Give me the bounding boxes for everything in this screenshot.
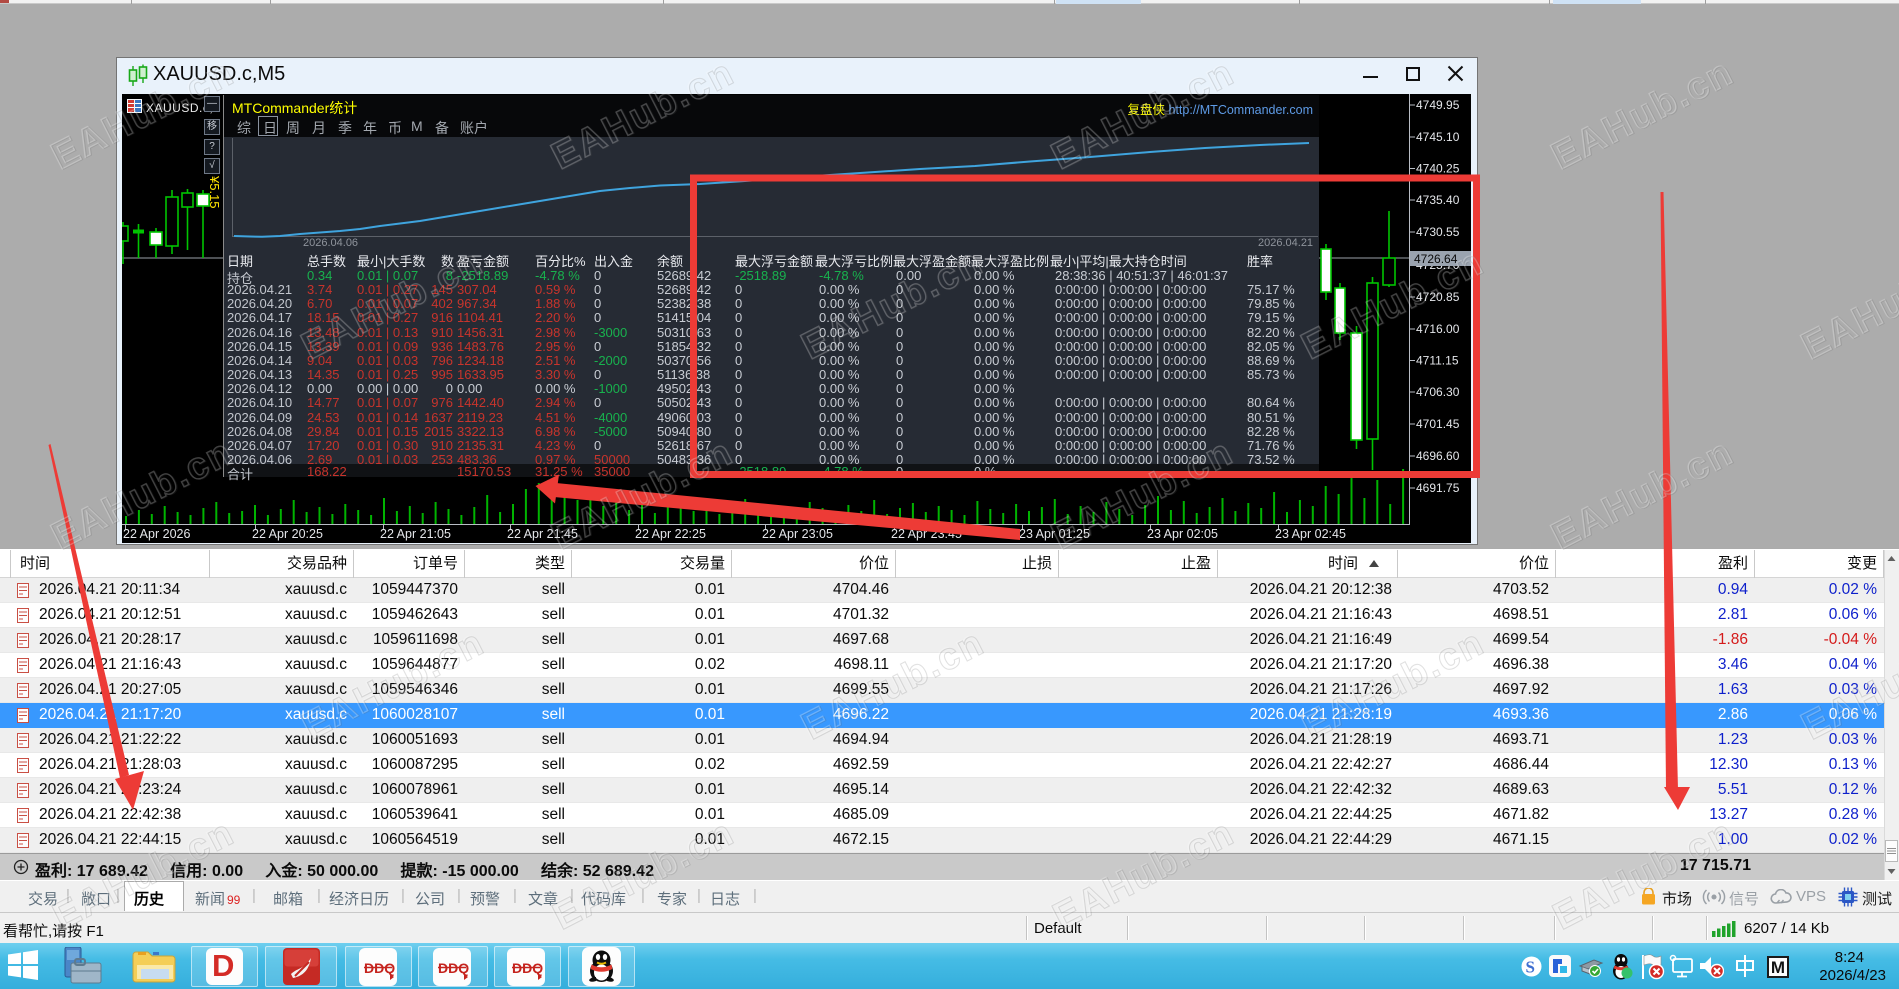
svg-text:22 Apr 2026: 22 Apr 2026 bbox=[123, 527, 190, 541]
svg-text:4730.55: 4730.55 bbox=[1416, 225, 1460, 239]
svg-text:22 Apr 21:45: 22 Apr 21:45 bbox=[507, 527, 578, 541]
svg-text:23 Apr 01:25: 23 Apr 01:25 bbox=[1019, 527, 1090, 541]
svg-text:23 Apr 02:05: 23 Apr 02:05 bbox=[1147, 527, 1218, 541]
svg-text:4740.25: 4740.25 bbox=[1416, 162, 1460, 176]
svg-text:22 Apr 22:25: 22 Apr 22:25 bbox=[635, 527, 706, 541]
svg-text:4745.10: 4745.10 bbox=[1416, 130, 1460, 144]
svg-text:4749.95: 4749.95 bbox=[1416, 98, 1460, 112]
svg-text:22 Apr 23:45: 22 Apr 23:45 bbox=[891, 527, 962, 541]
svg-text:4691.75: 4691.75 bbox=[1416, 481, 1460, 495]
svg-text:4735.40: 4735.40 bbox=[1416, 193, 1460, 207]
svg-text:22 Apr 23:05: 22 Apr 23:05 bbox=[762, 527, 833, 541]
svg-text:23 Apr 02:45: 23 Apr 02:45 bbox=[1275, 527, 1346, 541]
svg-text:22 Apr 21:05: 22 Apr 21:05 bbox=[380, 527, 451, 541]
svg-text:22 Apr 20:25: 22 Apr 20:25 bbox=[252, 527, 323, 541]
svg-text:S: S bbox=[1526, 958, 1535, 977]
